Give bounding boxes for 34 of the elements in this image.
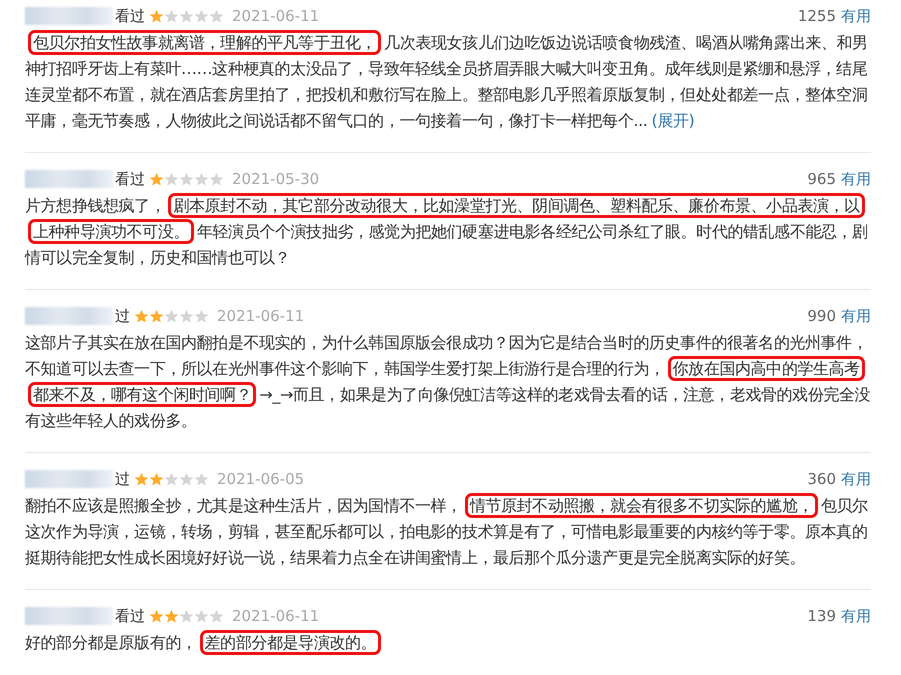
filled-star-icon — [164, 608, 179, 624]
review-text: 好的部分都是原版有的， 差的部分都是导演改的。 — [25, 630, 871, 656]
useful-link[interactable]: 有用 — [841, 470, 871, 488]
useful-link[interactable]: 有用 — [841, 6, 871, 26]
filled-star-icon — [149, 172, 164, 186]
useful-link[interactable]: 有用 — [841, 606, 871, 626]
review-text: 包贝尔拍女性故事就离谱，理解的平凡等于丑化， 几次表现女孩儿们边吃饭边说话喷食物残渣、喝酒从嘴角露出来、和男神打招呼牙齿上有菜叶……这种梗真的太没品了，导致年轻线全员挤眉弄眼大喊大叫变丑角。成年线则是紧绷和悬浮，结尾连灵堂都不布置，就在酒店套房里拍了，把投机和敷衍写在脸上。整部电影几乎照着原版复制，但处处都差一点，整体空洞平庸，毫无节奏感，人物彼此之间说话都不留气口的，一句接着一句，像打卡一样把每个... (展开) — [25, 30, 871, 134]
filled-star-icon — [149, 608, 164, 624]
review-date: 2021-06-11 — [232, 7, 320, 25]
useful-link[interactable]: 有用 — [841, 306, 871, 326]
vote-count: 360 — [807, 470, 836, 488]
watched-label: 过 — [115, 470, 130, 488]
watched-label: 看过 — [115, 606, 145, 626]
review-date: 2021-05-30 — [232, 170, 320, 188]
vote-count: 139 — [807, 607, 836, 625]
vote-count: 990 — [807, 307, 836, 325]
review-text: 这部片子其实在放在国内翻拍是不现实的，为什么韩国原版会很成功？因为它是结合当时的历史事件的很著名的光州事件，不知道可以去查一下，所以在光州事件这个影响下，韩国学生爱打架上街游行是合理的行为， 你放在国内高中的学生高考都来不及，哪有这个闲时间啊？ →_→而且，如果是为了向像倪虹洁等这样的老戏骨去看的话，注意，老戏骨的戏份完全没有这些年轻人的戏份多。 — [25, 332, 871, 432]
filled-star-icon — [134, 308, 149, 324]
review-date: 2021-06-11 — [217, 307, 304, 325]
watched-label: 看过 — [115, 6, 145, 26]
watched-label: 过 — [115, 306, 130, 326]
filled-star-icon — [149, 8, 164, 24]
filled-star-icon — [149, 308, 164, 324]
watched-label: 看过 — [115, 170, 145, 188]
vote-count: 965 — [807, 170, 836, 188]
useful-link[interactable]: 有用 — [841, 170, 871, 188]
filled-star-icon — [149, 472, 164, 486]
expand-link[interactable]: (展开) — [651, 111, 694, 130]
review-date: 2021-06-11 — [232, 607, 320, 625]
vote-count: 1255 — [798, 7, 836, 25]
review-text: 翻拍不应该是照搬全抄，尤其是这种生活片，因为国情不一样， 情节原封不动照搬，就会有很多不切实际的尴尬， 包贝尔这次作为导演，运镜，转场，剪辑，甚至配乐都可以，拍电影的技术算是有了，可惜电影最重要的内核约等于零。原本真的挺期待能把女性成长困境好好说一说，结果着力点全在讲闺蜜情上，最后那个瓜分遗产更是完全脱离实际的好笑。 — [25, 493, 871, 571]
filled-star-icon — [134, 472, 149, 486]
review-date: 2021-06-05 — [217, 470, 304, 488]
review-text: 片方想挣钱想疯了， 剧本原封不动，其它部分改动很大，比如澡堂打光、阴间调色、塑料配乐、廉价布景、小品表演，以上种种导演功不可没。 年轻演员个个演技拙劣，感觉为把她们硬塞进电影各经纪公司杀红了眼。时代的错乱感不能忍，剧情可以完全复制，历史和国情也可以？ — [25, 193, 871, 271]
